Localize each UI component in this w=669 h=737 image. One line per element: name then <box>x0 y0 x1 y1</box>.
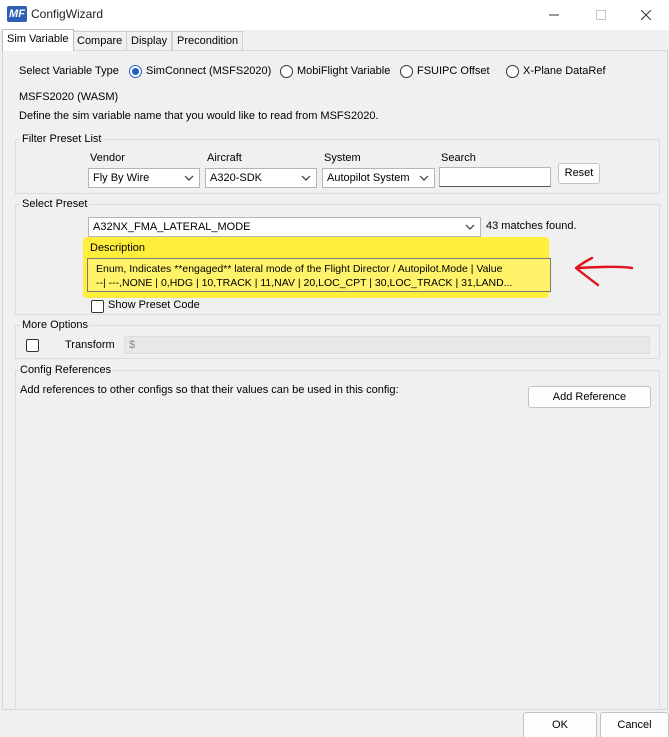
aircraft-label: Aircraft <box>207 152 242 164</box>
search-label: Search <box>441 152 476 164</box>
minimize-button[interactable] <box>531 0 577 30</box>
transform-input[interactable]: $ <box>124 336 650 354</box>
maximize-button[interactable] <box>578 0 624 30</box>
reset-button[interactable]: Reset <box>558 163 600 184</box>
window-title: ConfigWizard <box>31 7 104 21</box>
radio-fsuipc-offset-label[interactable]: FSUIPC Offset <box>417 65 490 77</box>
app-logo: MF <box>7 6 27 22</box>
system-dropdown-value: Autopilot System <box>327 172 410 184</box>
ok-button[interactable]: OK <box>523 712 597 737</box>
annotation-arrow-icon <box>574 256 634 287</box>
radio-fsuipc-offset[interactable] <box>400 65 413 78</box>
msfs-group-description: Define the sim variable name that you wo… <box>19 110 379 122</box>
more-options-group-title: More Options <box>20 319 91 331</box>
vendor-dropdown-value: Fly By Wire <box>93 172 150 184</box>
radio-mobiflight-variable-label[interactable]: MobiFlight Variable <box>297 65 390 77</box>
radio-simconnect[interactable] <box>129 65 142 78</box>
tab-display[interactable]: Display <box>126 31 173 50</box>
chevron-down-icon <box>419 175 429 181</box>
radio-mobiflight-variable[interactable] <box>280 65 293 78</box>
tab-compare[interactable]: Compare <box>72 31 128 50</box>
show-preset-code-checkbox[interactable] <box>91 300 104 313</box>
filter-preset-group-title: Filter Preset List <box>20 133 104 145</box>
transform-checkbox[interactable] <box>26 339 39 352</box>
search-input[interactable] <box>439 167 551 187</box>
select-preset-group-title: Select Preset <box>20 198 90 210</box>
preset-description-line-2: --| ---,NONE | 0,HDG | 10,TRACK | 11,NAV… <box>96 277 513 289</box>
aircraft-dropdown-value: A320-SDK <box>210 172 262 184</box>
variable-type-label: Select Variable Type <box>19 65 119 77</box>
cancel-button[interactable]: Cancel <box>600 712 669 737</box>
preset-description-line-1: Enum, Indicates **engaged** lateral mode… <box>96 263 503 275</box>
preset-description: Enum, Indicates **engaged** lateral mode… <box>87 258 551 292</box>
vendor-dropdown[interactable]: Fly By Wire <box>88 168 200 188</box>
close-icon <box>640 9 652 21</box>
show-preset-code-label[interactable]: Show Preset Code <box>108 299 200 311</box>
config-references-group-title: Config References <box>18 364 114 376</box>
system-dropdown[interactable]: Autopilot System <box>322 168 435 188</box>
vendor-label: Vendor <box>90 152 125 164</box>
matches-count: 43 matches found. <box>486 220 577 232</box>
maximize-icon <box>596 10 606 20</box>
preset-dropdown-value: A32NX_FMA_LATERAL_MODE <box>93 221 251 233</box>
msfs-group-title: MSFS2020 (WASM) <box>19 91 119 103</box>
preset-dropdown[interactable]: A32NX_FMA_LATERAL_MODE <box>88 217 481 237</box>
config-references-group <box>15 370 660 710</box>
transform-label: Transform <box>65 339 115 351</box>
system-label: System <box>324 152 361 164</box>
radio-xplane-dataref[interactable] <box>506 65 519 78</box>
chevron-down-icon <box>301 175 311 181</box>
radio-simconnect-label[interactable]: SimConnect (MSFS2020) <box>146 65 271 77</box>
description-label: Description <box>90 242 146 254</box>
radio-xplane-dataref-label[interactable]: X-Plane DataRef <box>523 65 606 77</box>
title-bar: MF ConfigWizard <box>0 0 669 30</box>
config-references-description: Add references to other configs so that … <box>20 384 399 396</box>
close-button[interactable] <box>623 0 669 30</box>
aircraft-dropdown[interactable]: A320-SDK <box>205 168 317 188</box>
chevron-down-icon <box>465 224 475 230</box>
tab-precondition[interactable]: Precondition <box>172 31 244 50</box>
add-reference-button[interactable]: Add Reference <box>528 386 651 408</box>
chevron-down-icon <box>184 175 194 181</box>
minimize-icon <box>549 14 559 16</box>
tab-sim-variable[interactable]: Sim Variable <box>2 29 74 51</box>
